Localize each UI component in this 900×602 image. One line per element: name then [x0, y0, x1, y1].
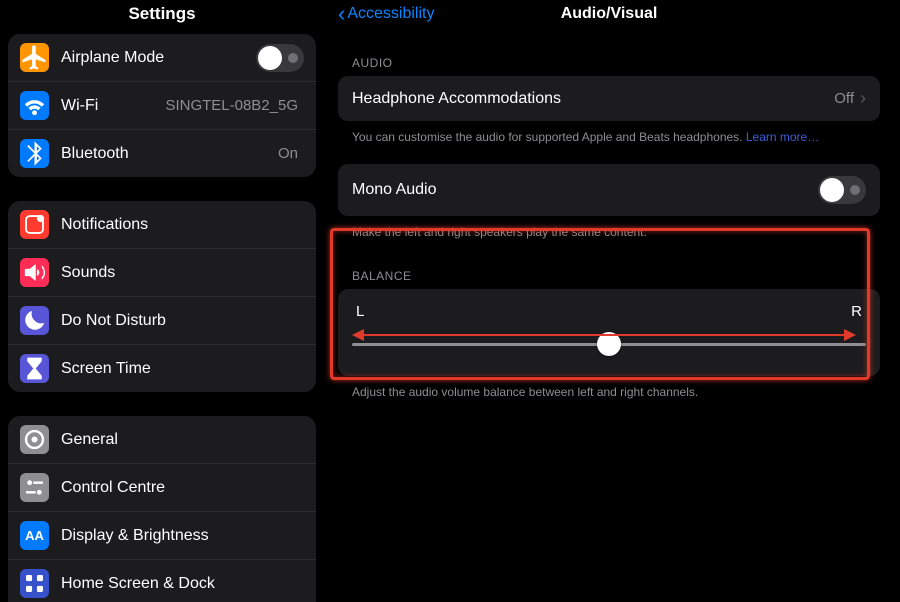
cell-label: Mono Audio: [352, 181, 818, 199]
mono-audio-cell[interactable]: Mono Audio: [338, 164, 880, 216]
aa-icon: AA: [20, 521, 49, 550]
row-value: On: [278, 145, 298, 162]
sidebar-title: Settings: [8, 0, 316, 34]
sidebar-item-wifi[interactable]: Wi-Fi SINGTEL-08B2_5G: [8, 81, 316, 129]
detail-pane: ‹ Accessibility Audio/Visual AUDIO Headp…: [324, 0, 900, 602]
sidebar-group-general: General Control Centre AA Display & Brig…: [8, 416, 316, 602]
balance-group: L R: [338, 289, 880, 376]
back-button[interactable]: ‹ Accessibility: [338, 1, 434, 27]
row-label: General: [61, 431, 304, 449]
sidebar-item-control-centre[interactable]: Control Centre: [8, 463, 316, 511]
annotation-arrow-left: [352, 329, 364, 341]
annotation-arrow: [364, 334, 844, 336]
gear-icon: [20, 425, 49, 454]
sidebar-item-display[interactable]: AA Display & Brightness: [8, 511, 316, 559]
mono-audio-toggle[interactable]: [818, 176, 866, 204]
grid-icon: [20, 569, 49, 598]
speaker-icon: [20, 258, 49, 287]
balance-footer: Adjust the audio volume balance between …: [352, 384, 866, 401]
cell-value: Off: [834, 90, 854, 107]
row-label: Control Centre: [61, 479, 304, 497]
back-label: Accessibility: [347, 5, 434, 23]
row-label: Screen Time: [61, 360, 304, 378]
airplane-toggle[interactable]: [256, 44, 304, 72]
annotation-arrow-right: [844, 329, 856, 341]
sidebar-item-dnd[interactable]: Do Not Disturb: [8, 296, 316, 344]
sidebar-item-sounds[interactable]: Sounds: [8, 248, 316, 296]
balance-right-label: R: [851, 303, 862, 320]
cell-label: Headphone Accommodations: [352, 90, 834, 108]
detail-header: ‹ Accessibility Audio/Visual: [338, 0, 880, 28]
moon-icon: [20, 306, 49, 335]
bluetooth-icon: [20, 139, 49, 168]
row-label: Do Not Disturb: [61, 312, 304, 330]
row-label: Airplane Mode: [61, 49, 256, 67]
sidebar-item-screen-time[interactable]: Screen Time: [8, 344, 316, 392]
headphone-accommodations-cell[interactable]: Headphone Accommodations Off ›: [338, 76, 880, 121]
row-label: Display & Brightness: [61, 527, 304, 545]
balance-section-header: BALANCE: [352, 269, 866, 283]
switches-icon: [20, 473, 49, 502]
headphone-group: Headphone Accommodations Off ›: [338, 76, 880, 121]
row-label: Home Screen & Dock: [61, 575, 304, 593]
sidebar-item-airplane-mode[interactable]: Airplane Mode: [8, 34, 316, 81]
sidebar-item-bluetooth[interactable]: Bluetooth On: [8, 129, 316, 177]
balance-cell: L R: [338, 289, 880, 376]
chevron-left-icon: ‹: [338, 1, 345, 27]
audio-section-header: AUDIO: [352, 56, 866, 70]
sidebar-item-notifications[interactable]: Notifications: [8, 201, 316, 248]
chevron-right-icon: ›: [860, 88, 866, 109]
wifi-icon: [20, 91, 49, 120]
settings-sidebar: Settings Airplane Mode Wi-Fi SINGTEL-08B…: [0, 0, 324, 602]
footer-text: You can customise the audio for supporte…: [352, 130, 746, 144]
sidebar-item-general[interactable]: General: [8, 416, 316, 463]
row-label: Bluetooth: [61, 145, 278, 163]
sidebar-group-connectivity: Airplane Mode Wi-Fi SINGTEL-08B2_5G Blue…: [8, 34, 316, 177]
hourglass-icon: [20, 354, 49, 383]
row-label: Sounds: [61, 264, 304, 282]
mono-footer: Make the left and right speakers play th…: [352, 224, 866, 241]
sidebar-group-alerts: Notifications Sounds Do Not Disturb Scre…: [8, 201, 316, 392]
headphone-footer: You can customise the audio for supporte…: [352, 129, 866, 146]
mono-group: Mono Audio: [338, 164, 880, 216]
sidebar-item-home-screen[interactable]: Home Screen & Dock: [8, 559, 316, 602]
row-label: Notifications: [61, 216, 304, 234]
detail-title: Audio/Visual: [561, 5, 658, 23]
bell-icon: [20, 210, 49, 239]
airplane-icon: [20, 43, 49, 72]
row-label: Wi-Fi: [61, 97, 165, 115]
row-value: SINGTEL-08B2_5G: [165, 97, 298, 114]
balance-left-label: L: [356, 303, 364, 320]
learn-more-link[interactable]: Learn more…: [746, 130, 819, 144]
